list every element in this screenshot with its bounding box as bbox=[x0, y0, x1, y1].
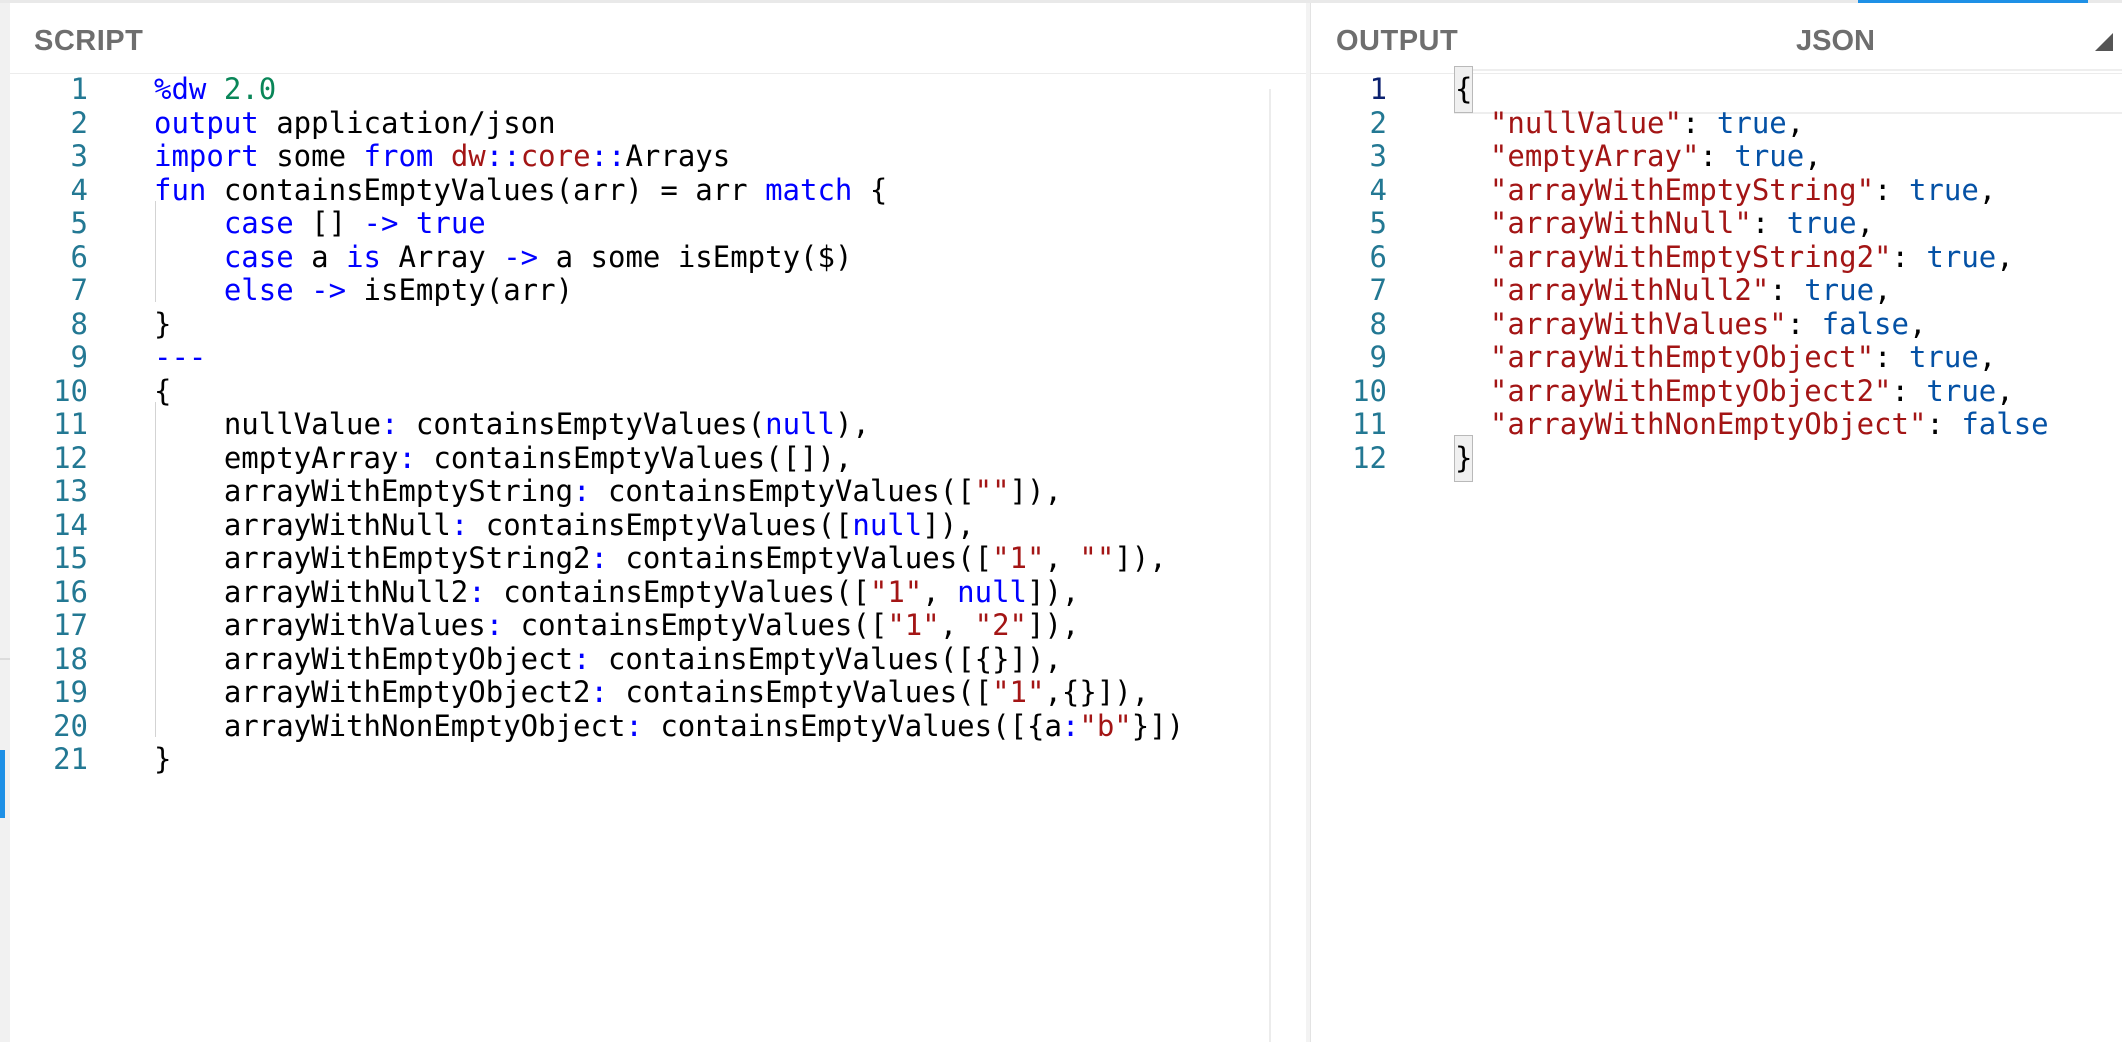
format-dropdown-icon[interactable] bbox=[2095, 33, 2113, 51]
left-side-divider bbox=[0, 658, 10, 660]
output-pane-header: OUTPUT JSON bbox=[1311, 3, 2122, 74]
code-token: } bbox=[154, 742, 172, 776]
script-editor[interactable]: 1 %dw 2.0 2 output application/json 3 import … bbox=[10, 72, 1306, 1042]
indent-guide bbox=[155, 201, 156, 302]
line-code: } bbox=[1453, 434, 1474, 482]
script-pane-header: SCRIPT bbox=[10, 3, 1306, 74]
indent-guide bbox=[155, 402, 156, 737]
output-pane-title: OUTPUT bbox=[1336, 25, 1459, 57]
script-scrollbar-track[interactable] bbox=[1269, 89, 1271, 1042]
code-line[interactable]: 12} bbox=[1311, 434, 2122, 482]
code-token: } bbox=[1453, 434, 1474, 482]
output-editor[interactable]: 1{2 "nullValue": true, 3 "emptyArray": tr… bbox=[1311, 66, 2122, 1042]
output-pane: OUTPUT JSON 1{2 "nullValue": true, 3 "emp… bbox=[1310, 3, 2122, 1042]
line-code: } bbox=[154, 737, 171, 782]
output-format-label[interactable]: JSON bbox=[1796, 25, 1875, 58]
left-side-strip bbox=[0, 3, 10, 1042]
script-pane-title: SCRIPT bbox=[34, 25, 144, 57]
line-number: 21 bbox=[53, 742, 88, 776]
line-number: 12 bbox=[1352, 440, 1387, 475]
code-line[interactable]: 21} bbox=[10, 737, 1306, 782]
script-pane: SCRIPT 1 %dw 2.0 2 output application/json 3… bbox=[10, 3, 1307, 1042]
left-side-active-marker[interactable] bbox=[0, 750, 5, 818]
